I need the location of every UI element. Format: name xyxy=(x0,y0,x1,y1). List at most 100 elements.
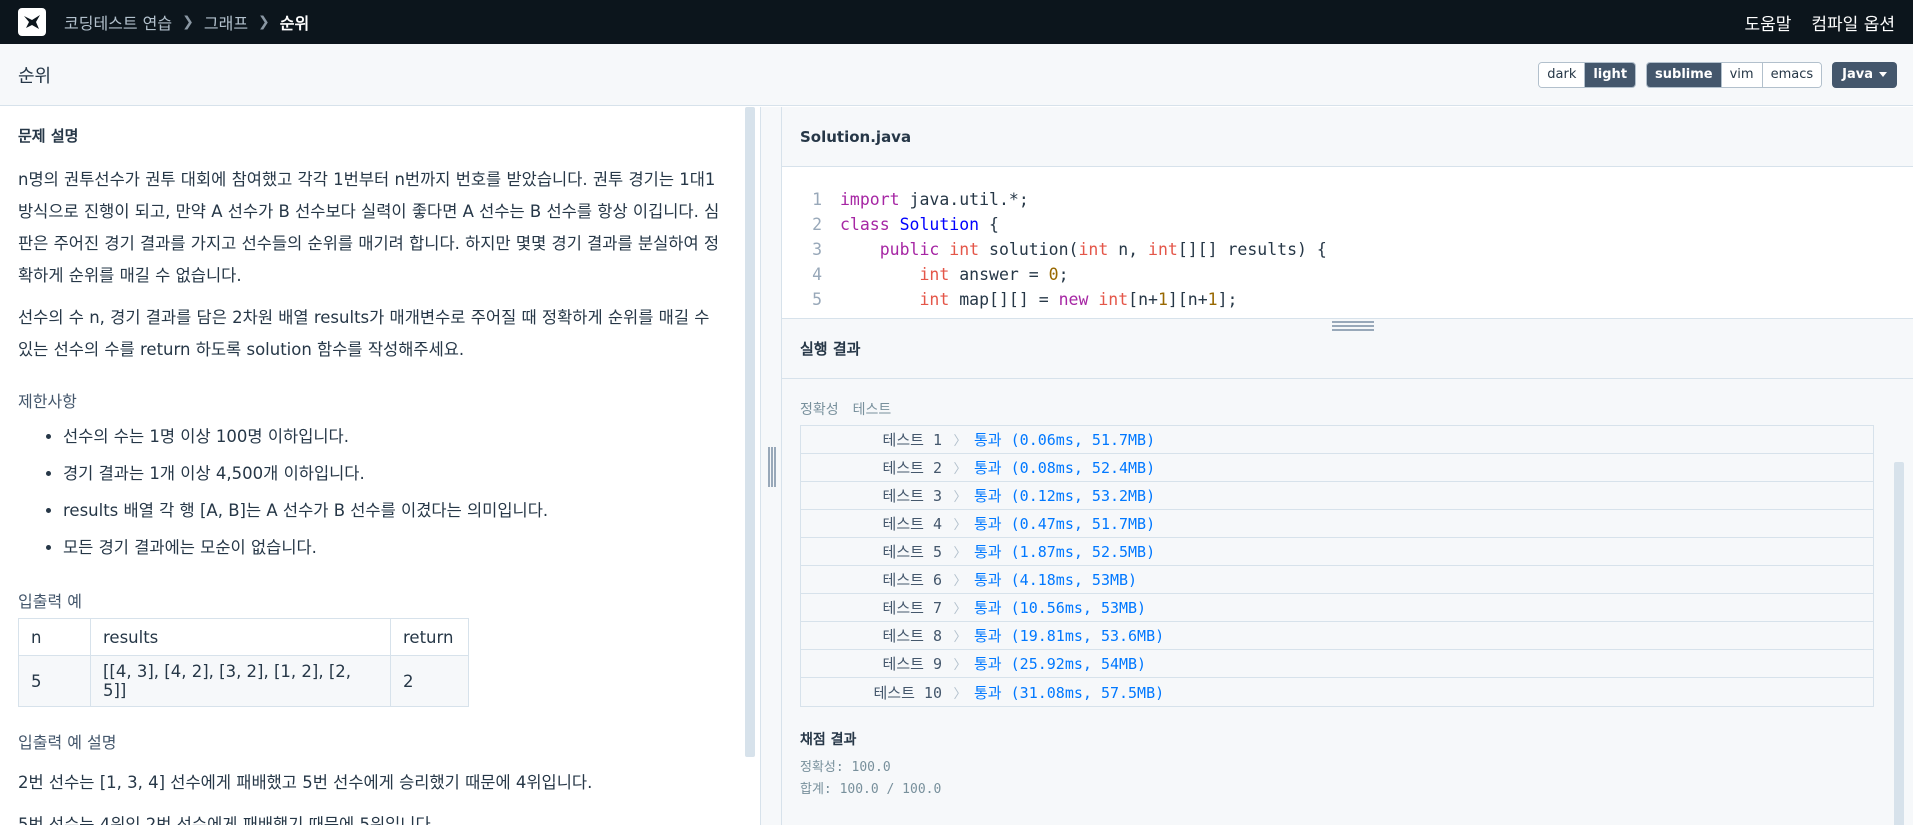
test-result-row[interactable]: 테스트 1 〉 통과 (0.06ms, 51.7MB) xyxy=(801,426,1873,454)
test-result-row[interactable]: 테스트 8 〉 통과 (19.81ms, 53.6MB) xyxy=(801,622,1873,650)
result-body: 정확성 테스트 테스트 1 〉 통과 (0.06ms, 51.7MB) 테스트 2 〉 통… xyxy=(782,379,1913,801)
test-label: 테스트 5 xyxy=(882,543,942,561)
io-explain-line: 2번 선수는 [1, 3, 4] 선수에게 패배했고 5번 선수에게 승리했기 … xyxy=(18,773,593,792)
test-result-row[interactable]: 테스트 7 〉 통과 (10.56ms, 53MB) xyxy=(801,594,1873,622)
test-result: 통과 (0.06ms, 51.7MB) xyxy=(974,431,1156,449)
constraint-item: 선수의 수는 1명 이상 100명 이하입니다. xyxy=(63,418,722,455)
breadcrumb-coding-test[interactable]: 코딩테스트 연습 xyxy=(64,10,172,34)
code-editor[interactable]: 1 import java.util.*; 2 class Solution {… xyxy=(782,167,1913,319)
test-result-row[interactable]: 테스트 10 〉 통과 (31.08ms, 57.5MB) xyxy=(801,678,1873,706)
test-result: 통과 (31.08ms, 57.5MB) xyxy=(974,683,1165,702)
keymap-vim-button[interactable]: vim xyxy=(1721,62,1763,87)
test-result: 통과 (4.18ms, 53MB) xyxy=(974,571,1138,589)
test-result-row[interactable]: 테스트 6 〉 통과 (4.18ms, 53MB) xyxy=(801,566,1873,594)
cell-return: 2 xyxy=(390,655,469,707)
theme-light-button[interactable]: light xyxy=(1585,62,1636,87)
constraint-item: 경기 결과는 1개 이상 4,500개 이하입니다. xyxy=(63,455,722,492)
keymap-sublime-button[interactable]: sublime xyxy=(1647,62,1722,87)
result-caption: 정확성 테스트 xyxy=(800,399,1895,419)
chevron-right-icon: 〉 xyxy=(953,546,967,561)
line-number: 2 xyxy=(812,215,822,234)
test-label: 테스트 10 xyxy=(873,683,943,702)
breadcrumb: 코딩테스트 연습 ❯ 그래프 ❯ 순위 xyxy=(64,10,309,34)
code-line: 1 import java.util.*; xyxy=(782,187,1913,212)
keymap-toggle: sublime vim emacs xyxy=(1646,61,1823,88)
test-label: 테스트 9 xyxy=(882,655,942,673)
chevron-right-icon: 〉 xyxy=(953,462,967,477)
programmers-logo[interactable] xyxy=(18,8,46,36)
test-result-row[interactable]: 테스트 3 〉 통과 (0.12ms, 53.2MB) xyxy=(801,482,1873,510)
cell-n: 5 xyxy=(18,655,91,707)
code-line: 5 int map[][] = new int[n+1][n+1]; xyxy=(782,287,1913,312)
problem-header: 순위 dark light sublime vim emacs Java xyxy=(0,44,1913,106)
resize-grip-icon xyxy=(1332,321,1374,331)
top-nav-links: 도움말 컴파일 옵션 xyxy=(1744,10,1895,35)
breadcrumb-graph[interactable]: 그래프 xyxy=(204,10,248,34)
right-scrollbar[interactable] xyxy=(1894,462,1904,825)
test-result-row[interactable]: 테스트 9 〉 통과 (25.92ms, 54MB) xyxy=(801,650,1873,678)
test-result: 통과 (25.92ms, 54MB) xyxy=(974,655,1147,673)
test-label: 테스트 3 xyxy=(882,487,942,505)
test-result: 통과 (1.87ms, 52.5MB) xyxy=(974,543,1156,561)
breadcrumb-current: 순위 xyxy=(279,14,310,33)
test-label: 테스트 1 xyxy=(882,431,942,449)
result-caption-accuracy: 정확성 xyxy=(800,402,839,418)
code-text: public int solution(int n, int[][] resul… xyxy=(879,240,1327,259)
chevron-right-icon: 〉 xyxy=(953,434,967,449)
test-result-row[interactable]: 테스트 4 〉 통과 (0.47ms, 51.7MB) xyxy=(801,510,1873,538)
code-text: int answer = 0; xyxy=(919,265,1069,284)
constraints-list: 선수의 수는 1명 이상 100명 이하입니다. 경기 결과는 1개 이상 4,… xyxy=(63,418,722,566)
table-row: 5 [[4, 3], [4, 2], [3, 2], [1, 2], [2, 5… xyxy=(18,655,469,707)
compile-options-link[interactable]: 컴파일 옵션 xyxy=(1811,10,1895,35)
constraint-item: results 배열 각 행 [A, B]는 A 선수가 B 선수를 이겼다는 … xyxy=(63,492,722,529)
line-number: 5 xyxy=(812,290,822,309)
code-text: int map[][] = new int[n+1][n+1]; xyxy=(919,290,1238,309)
test-result: 통과 (0.08ms, 52.4MB) xyxy=(974,459,1156,477)
help-link[interactable]: 도움말 xyxy=(1744,10,1791,35)
language-dropdown[interactable]: Java xyxy=(1832,61,1897,88)
chevron-right-icon: 〉 xyxy=(953,686,967,702)
test-label: 테스트 7 xyxy=(882,599,942,617)
test-label: 테스트 6 xyxy=(882,571,942,589)
test-label: 테스트 4 xyxy=(882,515,942,533)
code-line: 4 int answer = 0; xyxy=(782,262,1913,287)
table-header-row: n results return xyxy=(18,618,469,656)
test-result: 통과 (0.47ms, 51.7MB) xyxy=(974,515,1156,533)
problem-section-title: 문제 설명 xyxy=(18,127,79,145)
chevron-right-icon: 〉 xyxy=(953,630,967,645)
io-example-table: n results return 5 [[4, 3], [4, 2], [3, … xyxy=(18,618,469,707)
problem-paragraph: 선수의 수 n, 경기 결과를 담은 2차원 배열 results가 매개변수로… xyxy=(18,308,710,359)
test-result-row[interactable]: 테스트 5 〉 통과 (1.87ms, 52.5MB) xyxy=(801,538,1873,566)
chevron-right-icon: ❯ xyxy=(258,14,270,30)
io-explain-title: 입출력 예 설명 xyxy=(18,733,117,752)
chevron-right-icon: ❯ xyxy=(182,14,194,30)
editor-panel: Solution.java 1 import java.util.*; 2 cl… xyxy=(782,107,1913,825)
editor-filename: Solution.java xyxy=(782,107,1913,167)
line-number: 4 xyxy=(812,265,822,284)
left-scrollbar[interactable] xyxy=(745,107,755,757)
score-accuracy: 정확성: 100.0 xyxy=(800,760,891,775)
io-example-title: 입출력 예 xyxy=(18,592,82,611)
score-total: 합계: 100.0 / 100.0 xyxy=(800,782,942,797)
score-title: 채점 결과 xyxy=(800,732,857,748)
chevron-right-icon: 〉 xyxy=(953,574,967,589)
theme-dark-button[interactable]: dark xyxy=(1539,62,1586,87)
result-caption-test: 테스트 xyxy=(852,402,892,418)
constraint-item: 모든 경기 결과에는 모순이 없습니다. xyxy=(63,529,722,566)
test-result-row[interactable]: 테스트 2 〉 통과 (0.08ms, 52.4MB) xyxy=(801,454,1873,482)
column-header-return: return xyxy=(390,618,469,656)
logo-icon xyxy=(24,15,40,29)
panel-divider[interactable] xyxy=(760,107,782,825)
chevron-right-icon: 〉 xyxy=(953,490,967,505)
test-result: 통과 (10.56ms, 53MB) xyxy=(974,599,1147,617)
column-header-n: n xyxy=(18,618,91,656)
keymap-emacs-button[interactable]: emacs xyxy=(1762,62,1822,87)
column-header-results: results xyxy=(90,618,391,656)
problem-paragraph: n명의 권투선수가 권투 대회에 참여했고 각각 1번부터 n번까지 번호를 받… xyxy=(18,170,720,285)
test-results-list: 테스트 1 〉 통과 (0.06ms, 51.7MB) 테스트 2 〉 통과 (0.08… xyxy=(800,425,1874,707)
chevron-right-icon: 〉 xyxy=(953,602,967,617)
constraints-title: 제한사항 xyxy=(18,392,77,411)
test-result: 통과 (19.81ms, 53.6MB) xyxy=(974,627,1165,645)
theme-toggle: dark light xyxy=(1538,61,1637,88)
drag-handle-icon xyxy=(768,447,776,487)
